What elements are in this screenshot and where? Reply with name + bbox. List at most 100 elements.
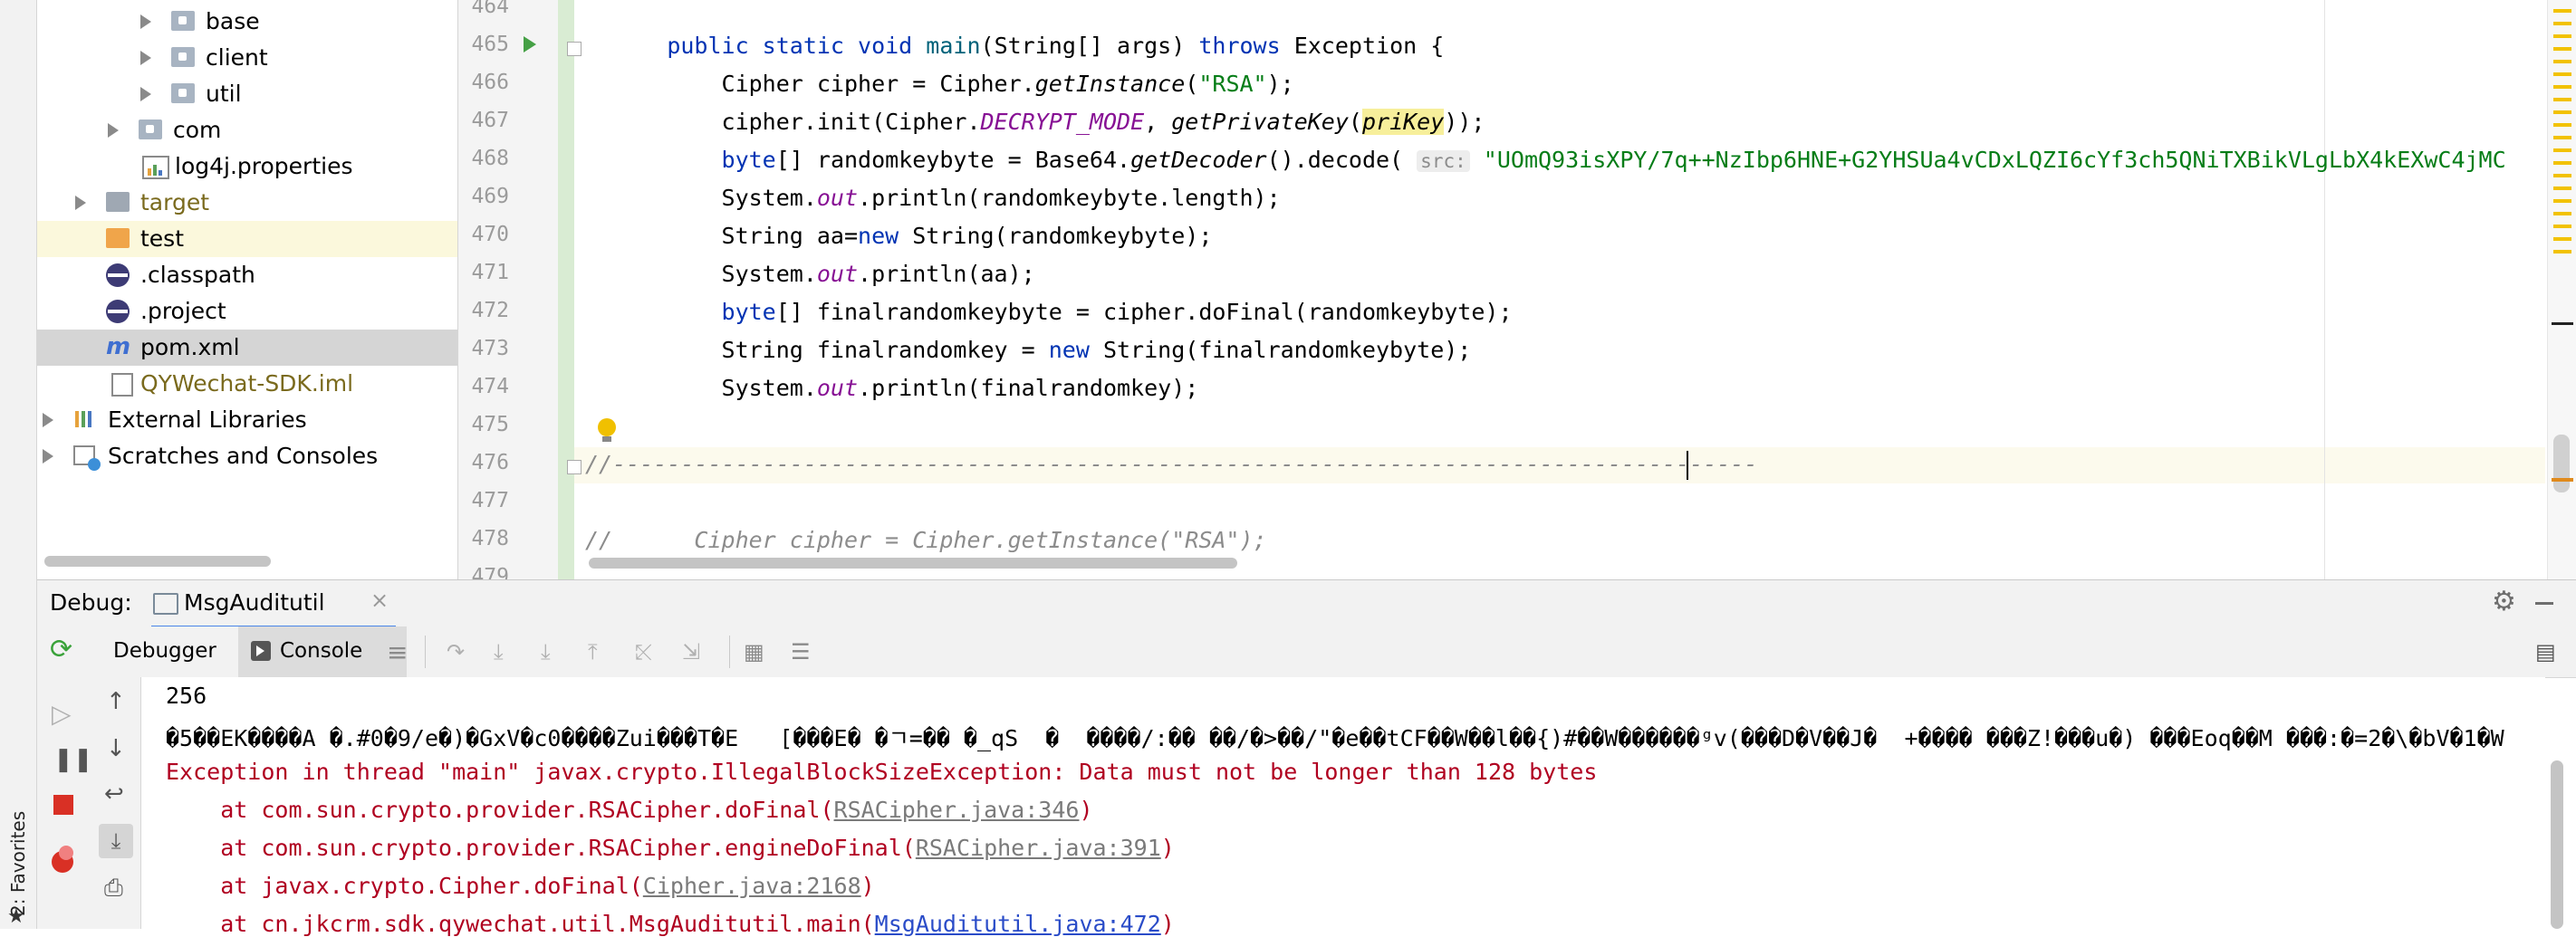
tree-horizontal-scrollbar[interactable] xyxy=(44,556,271,567)
code-line-467[interactable]: cipher.init(Cipher.DECRYPT_MODE, getPriv… xyxy=(585,109,1485,135)
code-line-468[interactable]: byte[] randomkeybyte = Base64.getDecoder… xyxy=(585,147,2506,173)
code-line-473[interactable]: String finalrandomkey = new String(final… xyxy=(585,337,1472,363)
tree-item-pom-xml[interactable]: m pom.xml xyxy=(37,330,457,366)
line-number: 468 xyxy=(471,147,509,170)
fold-icon[interactable] xyxy=(567,460,582,474)
run-icon[interactable] xyxy=(524,36,536,53)
code-line-472[interactable]: byte[] finalrandomkeybyte = cipher.doFin… xyxy=(585,299,1513,325)
chevron-right-icon[interactable] xyxy=(140,14,151,29)
tree-item-label: QYWechat-SDK.iml xyxy=(140,370,354,397)
resume-icon[interactable]: ▷ xyxy=(52,699,72,729)
tree-item-test[interactable]: test xyxy=(37,221,457,257)
intention-bulb-base xyxy=(602,436,611,442)
chevron-right-icon[interactable] xyxy=(75,196,86,210)
menu-icon[interactable]: ≡ xyxy=(387,637,408,667)
tab-debugger[interactable]: Debugger xyxy=(102,626,251,677)
code-line-465[interactable]: public static void main(String[] args) t… xyxy=(585,33,1444,59)
code-line-476[interactable]: //--------------------------------------… xyxy=(585,451,1757,477)
code-token: out xyxy=(816,185,859,211)
console-line: �5��EK����A �.#0�9/e�)�GxV�c0����Zui���T… xyxy=(166,725,2504,751)
editor-error-stripe[interactable] xyxy=(2547,0,2576,579)
tree-item-scratches[interactable]: Scratches and Consoles xyxy=(37,438,457,474)
evaluate-expression-icon[interactable]: ▦ xyxy=(744,639,767,665)
code-line-470[interactable]: String aa=new String(randomkeybyte); xyxy=(585,223,1213,249)
debug-session-tab[interactable]: MsgAuditutil × xyxy=(151,580,396,628)
pause-icon[interactable]: ❚❚ xyxy=(53,746,93,773)
scroll-to-end-icon[interactable]: ⤓ xyxy=(99,824,133,858)
code-token: Cipher cipher = Cipher. xyxy=(721,71,1035,97)
layout-icon[interactable]: ▤ xyxy=(2535,639,2559,665)
print-icon[interactable]: ⎙ xyxy=(104,875,123,903)
console-play-glyph xyxy=(256,645,264,656)
code-line-471[interactable]: System.out.println(aa); xyxy=(585,261,1035,287)
step-over-icon[interactable]: ↷ xyxy=(447,639,470,665)
tree-item-label: Scratches and Consoles xyxy=(108,443,379,469)
line-number: 472 xyxy=(471,299,509,322)
code-line-478[interactable]: // Cipher cipher = Cipher.getInstance("R… xyxy=(585,527,1267,553)
tree-item-target[interactable]: target xyxy=(37,185,457,221)
run-to-cursor-icon[interactable]: ⇲ xyxy=(682,639,706,665)
editor-scroll-thumb[interactable] xyxy=(2553,435,2570,492)
chevron-right-icon[interactable] xyxy=(43,413,53,427)
iml-file-icon xyxy=(111,373,133,397)
code-token: getInstance xyxy=(1034,71,1186,97)
tree-item-client[interactable]: client xyxy=(37,40,457,76)
debug-side-toolbar: ▷ ❚❚ xyxy=(37,677,94,929)
intention-bulb-icon[interactable] xyxy=(598,418,616,436)
code-line-469[interactable]: System.out.println(randomkeybyte.length)… xyxy=(585,185,1281,211)
tree-item-project[interactable]: .project xyxy=(37,293,457,330)
tree-item-log4j-properties[interactable]: log4j.properties xyxy=(37,148,457,185)
fold-icon[interactable] xyxy=(567,42,582,56)
line-number: 474 xyxy=(471,375,509,398)
stack-trace-link[interactable]: Cipher.java:2168 xyxy=(643,873,861,899)
code-line-466[interactable]: Cipher cipher = Cipher.getInstance("RSA"… xyxy=(585,71,1294,97)
tree-item-label: .classpath xyxy=(140,262,255,288)
chevron-right-icon[interactable] xyxy=(140,51,151,65)
step-out-icon[interactable]: ⤒ xyxy=(588,639,611,665)
libraries-icon xyxy=(73,409,97,429)
step-into-icon[interactable]: ⤓ xyxy=(494,639,517,665)
tree-item-label: test xyxy=(140,225,185,252)
left-tool-stripe: 2: Favorites ★ xyxy=(0,0,37,929)
text-caret xyxy=(1687,451,1688,480)
tree-item-iml[interactable]: QYWechat-SDK.iml xyxy=(37,366,457,402)
minimize-icon[interactable] xyxy=(2535,602,2553,605)
soft-wrap-icon[interactable]: ↩ xyxy=(104,780,124,808)
tree-item-classpath[interactable]: .classpath xyxy=(37,257,457,293)
gear-icon[interactable]: ⚙ xyxy=(2492,586,2516,617)
properties-file-icon xyxy=(142,156,169,179)
arrow-up-icon[interactable]: ↑ xyxy=(106,688,126,715)
tree-item-base[interactable]: base xyxy=(37,4,457,40)
tree-item-util[interactable]: util xyxy=(37,76,457,112)
force-step-into-icon[interactable]: ⤓ xyxy=(541,639,564,665)
trace-current-stream-icon[interactable]: ☰ xyxy=(791,639,814,665)
favorites-label: 2: Favorites xyxy=(7,810,29,916)
stack-trace-link[interactable]: RSACipher.java:346 xyxy=(834,797,1080,823)
stack-trace-link[interactable]: RSACipher.java:391 xyxy=(916,835,1161,861)
chevron-right-icon[interactable] xyxy=(108,123,119,138)
stack-trace-link[interactable]: MsgAuditutil.java:472 xyxy=(875,911,1161,937)
orange-marker xyxy=(2552,478,2573,482)
scratches-icon xyxy=(73,445,101,471)
drop-frame-icon[interactable]: ⤪ xyxy=(635,639,658,665)
chevron-right-icon[interactable] xyxy=(140,87,151,101)
code-line-474[interactable]: System.out.println(finalrandomkey); xyxy=(585,375,1199,401)
tab-console[interactable]: Console xyxy=(238,626,407,677)
code-token: Exception { xyxy=(1280,33,1445,59)
mute-breakpoints-icon[interactable] xyxy=(59,846,73,860)
editor-horizontal-scrollbar[interactable] xyxy=(589,558,1237,569)
favorites-tool-button[interactable]: 2: Favorites xyxy=(2,788,34,923)
code-token: public static void xyxy=(667,33,927,59)
arrow-down-icon[interactable]: ↓ xyxy=(106,735,126,762)
close-icon[interactable]: × xyxy=(370,588,389,613)
line-number: 467 xyxy=(471,109,509,132)
tree-item-external-libraries[interactable]: External Libraries xyxy=(37,402,457,438)
code-token: main xyxy=(926,33,981,59)
console-vertical-scrollbar[interactable] xyxy=(2551,760,2563,929)
stop-icon[interactable] xyxy=(53,795,73,815)
tree-item-com[interactable]: com xyxy=(37,112,457,148)
debug-session-tab-label: MsgAuditutil xyxy=(184,589,325,616)
chevron-right-icon[interactable] xyxy=(43,449,53,464)
eclipse-icon xyxy=(106,263,130,287)
rerun-icon[interactable]: ⟳ xyxy=(50,634,72,665)
